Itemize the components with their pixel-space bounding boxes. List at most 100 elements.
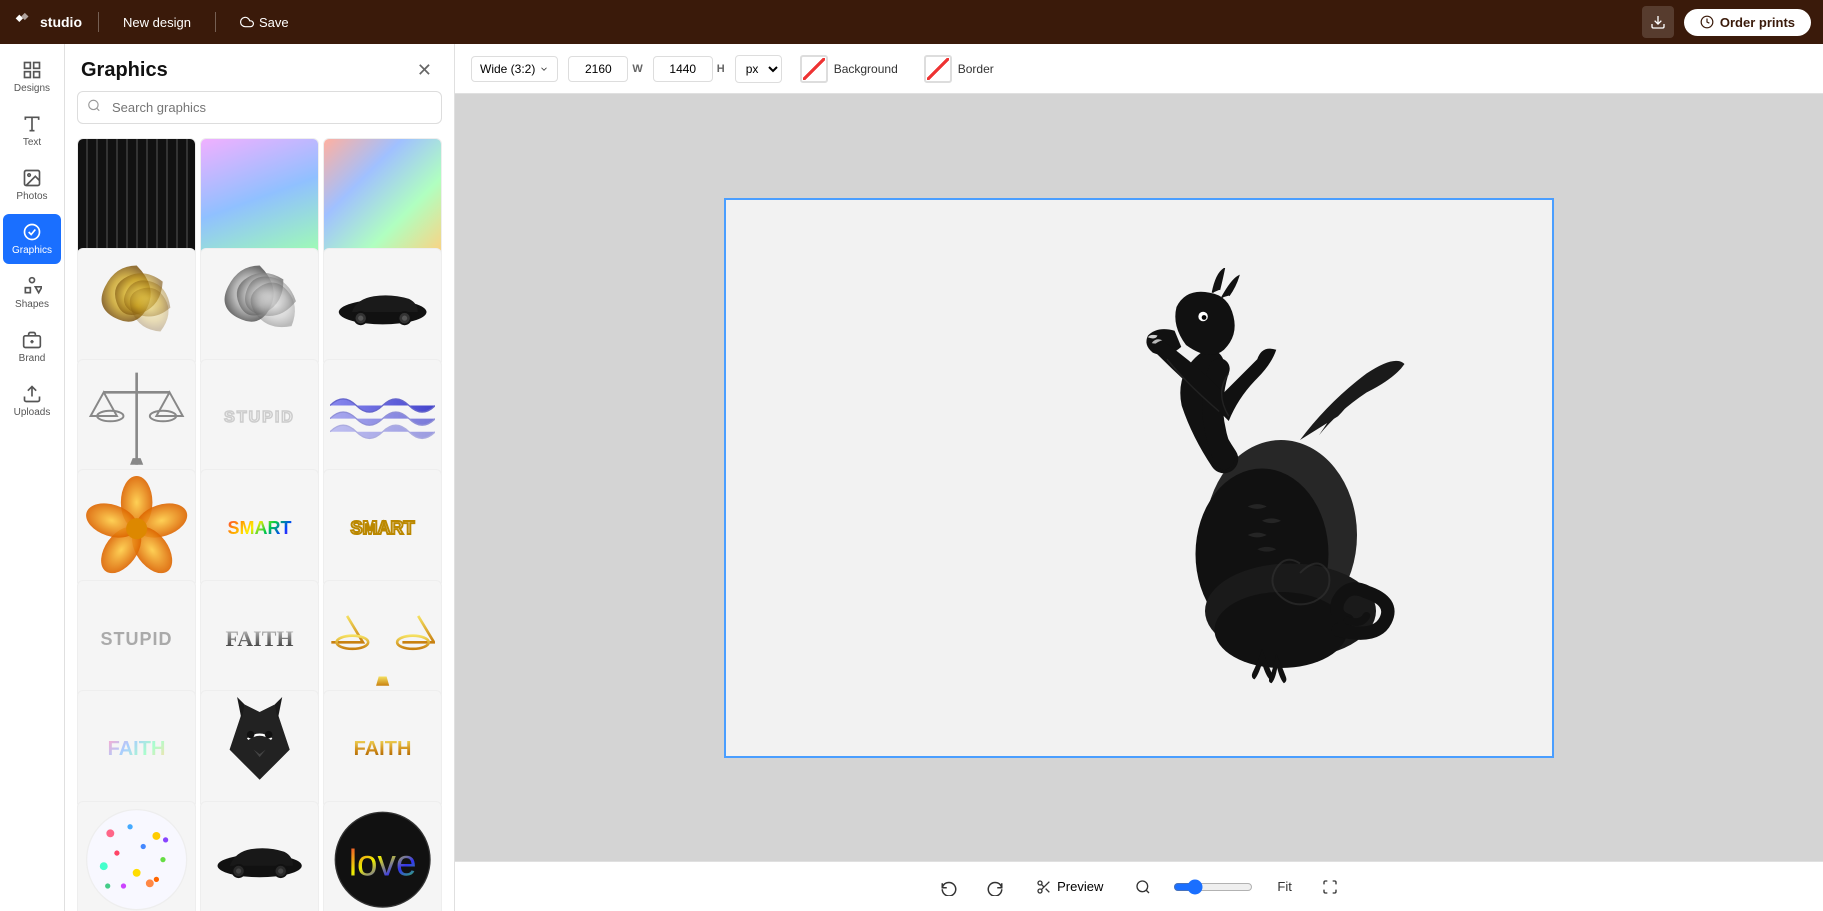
search-icon <box>87 98 101 117</box>
scissors-icon <box>1036 879 1052 895</box>
redo-button[interactable] <box>980 872 1010 902</box>
cloud-icon <box>240 15 254 29</box>
unit-select[interactable]: px <box>735 55 782 83</box>
height-group: H <box>653 56 725 82</box>
graphic-item[interactable]: FAITH <box>77 690 196 809</box>
stupid-text: STUPID <box>224 409 295 427</box>
sidebar-icons: Designs Text Photos Graphics <box>0 44 65 911</box>
graphics-icon <box>22 222 42 242</box>
car2-svg <box>207 807 312 911</box>
height-input[interactable] <box>653 56 713 82</box>
brand-icon <box>22 330 42 350</box>
fit-label[interactable]: Fit <box>1269 875 1299 898</box>
swirl-silver-svg <box>207 255 312 360</box>
confetti-svg <box>84 807 189 911</box>
graphics-panel: Graphics ✕ <box>65 44 455 911</box>
graphic-item[interactable]: SMART <box>200 469 319 588</box>
graphic-item[interactable]: STUPID <box>77 580 196 699</box>
sidebar-item-shapes[interactable]: Shapes <box>3 268 61 318</box>
graphic-item[interactable] <box>323 580 442 699</box>
redo-icon <box>986 878 1004 896</box>
faith-gold-text: FAITH <box>354 738 412 761</box>
panel-title: Graphics <box>81 59 168 82</box>
zoom-icon <box>1135 879 1151 895</box>
graphic-item[interactable] <box>323 359 442 478</box>
shapes-icon <box>22 276 42 296</box>
photo-icon <box>22 168 42 188</box>
graphic-item[interactable]: SMART <box>323 469 442 588</box>
graphic-item[interactable] <box>200 690 319 809</box>
car-svg <box>330 255 435 360</box>
grid-icon <box>22 60 42 80</box>
zoom-slider[interactable] <box>1173 879 1253 895</box>
graphic-item[interactable] <box>77 359 196 478</box>
scales-gold-svg <box>330 587 435 692</box>
preview-button[interactable]: Preview <box>1026 874 1113 900</box>
sidebar-item-text[interactable]: Text <box>3 106 61 156</box>
graphic-item[interactable] <box>200 138 319 257</box>
graphic-item[interactable] <box>200 248 319 367</box>
width-group: W <box>568 56 642 82</box>
clock-icon <box>1700 15 1714 29</box>
graphic-item[interactable] <box>77 248 196 367</box>
sidebar-item-graphics[interactable]: Graphics <box>3 214 61 264</box>
upload-icon <box>22 384 42 404</box>
bottom-toolbar: Preview Fit <box>455 861 1823 911</box>
swirl-gold-svg <box>84 255 189 360</box>
scales-svg <box>84 366 189 471</box>
main-layout: Designs Text Photos Graphics <box>0 44 1823 911</box>
faith-dark-text: FAITH <box>225 626 293 652</box>
fullscreen-icon <box>1322 879 1338 895</box>
size-select[interactable]: Wide (3:2) <box>471 56 558 82</box>
graphic-item[interactable]: love <box>323 801 442 911</box>
smart-outline-text: SMART <box>351 518 415 539</box>
topbar: studio New design Save Order prints <box>0 0 1823 44</box>
topbar-divider-2 <box>215 12 216 32</box>
svg-text:love: love <box>349 843 417 884</box>
logo: studio <box>12 11 82 33</box>
stupid-gray-text: STUPID <box>100 629 172 650</box>
flower-svg <box>84 476 189 581</box>
new-design-button[interactable]: New design <box>115 11 199 34</box>
graphic-item[interactable] <box>200 801 319 911</box>
background-button[interactable]: Background <box>792 51 906 87</box>
zoom-out-button[interactable] <box>1129 873 1157 901</box>
fullscreen-button[interactable] <box>1316 873 1344 901</box>
logo-icon <box>12 11 34 33</box>
graphic-item[interactable] <box>323 138 442 257</box>
undo-button[interactable] <box>934 872 964 902</box>
dragon-graphic[interactable] <box>1072 268 1452 688</box>
border-button[interactable]: Border <box>916 51 1002 87</box>
graphics-grid: STUPID <box>65 134 454 911</box>
sidebar-item-photos[interactable]: Photos <box>3 160 61 210</box>
undo-icon <box>940 878 958 896</box>
graphic-item[interactable] <box>77 469 196 588</box>
smart-color-text: SMART <box>228 518 292 539</box>
graphic-item[interactable] <box>77 801 196 911</box>
logo-text: studio <box>40 14 82 30</box>
panel-header: Graphics ✕ <box>65 44 454 91</box>
search-input[interactable] <box>77 91 442 124</box>
download-button[interactable] <box>1642 6 1674 38</box>
text-icon <box>22 114 42 134</box>
design-canvas[interactable] <box>724 198 1554 758</box>
chevron-down-icon <box>539 64 549 74</box>
wolf-svg <box>207 697 312 802</box>
graphic-item[interactable]: FAITH <box>323 690 442 809</box>
graphic-item[interactable]: FAITH <box>200 580 319 699</box>
order-prints-button[interactable]: Order prints <box>1684 9 1811 36</box>
faith-pastel-text: FAITH <box>108 738 166 761</box>
panel-close-button[interactable]: ✕ <box>411 58 438 83</box>
sidebar-item-brand[interactable]: Brand <box>3 322 61 372</box>
canvas-area: Wide (3:2) W H px Background <box>455 44 1823 911</box>
sidebar-item-uploads[interactable]: Uploads <box>3 376 61 426</box>
graphic-item[interactable] <box>77 138 196 257</box>
sidebar-item-designs[interactable]: Designs <box>3 52 61 102</box>
background-slash-icon <box>800 55 828 83</box>
graphic-item[interactable]: STUPID <box>200 359 319 478</box>
waves-svg <box>330 366 435 471</box>
graphic-item[interactable] <box>323 248 442 367</box>
download-icon <box>1650 14 1666 30</box>
save-button[interactable]: Save <box>232 11 297 34</box>
width-input[interactable] <box>568 56 628 82</box>
